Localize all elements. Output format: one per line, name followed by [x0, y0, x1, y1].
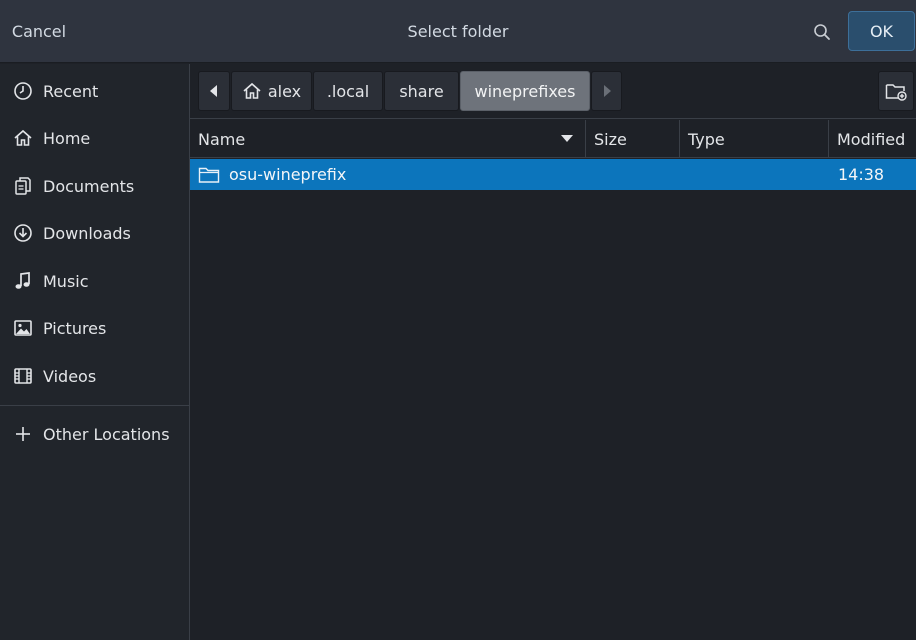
path-segment-wineprefixes[interactable]: wineprefixes [460, 71, 590, 111]
documents-icon [12, 175, 34, 197]
column-header-type[interactable]: Type [680, 120, 829, 158]
column-header-label: Name [198, 129, 246, 149]
path-bar: alex .local share wineprefixes [190, 64, 916, 119]
column-header-name[interactable]: Name [190, 120, 586, 158]
chevron-right-icon [603, 85, 611, 97]
sidebar-separator [0, 405, 189, 406]
file-name: osu-wineprefix [229, 165, 347, 184]
home-icon [243, 82, 261, 99]
search-icon [814, 24, 830, 40]
path-segment-label: wineprefixes [474, 81, 576, 101]
film-icon [12, 365, 34, 387]
file-modified: 14:38 [838, 165, 885, 184]
sidebar-item-label: Pictures [43, 318, 107, 338]
path-segment-local[interactable]: .local [313, 71, 383, 111]
column-header-modified[interactable]: Modified [829, 120, 916, 158]
sidebar-item-label: Videos [43, 366, 97, 386]
sidebar-item-recent[interactable]: Recent [0, 70, 189, 112]
dialog-title: Select folder [407, 22, 509, 41]
sidebar-item-label: Home [43, 128, 91, 148]
home-icon [12, 127, 34, 149]
clock-icon [12, 80, 34, 102]
music-note-icon [12, 270, 34, 292]
sidebar-item-other-locations[interactable]: Other Locations [0, 413, 189, 455]
folder-icon [198, 167, 220, 183]
path-segment-share[interactable]: share [384, 71, 459, 111]
plus-icon [12, 423, 34, 445]
file-chooser-dialog: Cancel Select folder OK Recent Home Docu… [0, 0, 916, 640]
sidebar-item-label: Downloads [43, 223, 131, 243]
sidebar-item-pictures[interactable]: Pictures [0, 307, 189, 349]
table-row[interactable]: osu-wineprefix 14:38 [190, 159, 916, 190]
path-segment-label: alex [267, 81, 302, 101]
sidebar-item-label: Music [43, 271, 89, 291]
path-back-button[interactable] [198, 71, 230, 111]
column-headers: Name Size Type Modified [190, 120, 916, 158]
sidebar-item-label: Other Locations [43, 424, 170, 444]
picture-icon [12, 317, 34, 339]
path-forward-button[interactable] [591, 71, 622, 111]
new-folder-button[interactable] [878, 71, 914, 111]
column-header-label: Size [594, 129, 627, 149]
sidebar-item-downloads[interactable]: Downloads [0, 212, 189, 254]
file-list: osu-wineprefix 14:38 [190, 159, 916, 640]
sort-descending-icon [561, 135, 573, 142]
ok-button[interactable]: OK [848, 11, 915, 51]
path-segment-label: .local [326, 81, 370, 101]
sidebar-item-label: Documents [43, 176, 135, 196]
download-icon [12, 222, 34, 244]
chevron-left-icon [210, 85, 217, 97]
sidebar-item-music[interactable]: Music [0, 260, 189, 302]
search-button[interactable] [806, 16, 838, 48]
sidebar-item-home[interactable]: Home [0, 117, 189, 159]
places-sidebar: Recent Home Documents Downloads Music Pi… [0, 64, 190, 640]
sidebar-item-documents[interactable]: Documents [0, 165, 189, 207]
sidebar-item-videos[interactable]: Videos [0, 355, 189, 397]
path-segment-label: share [399, 81, 444, 101]
column-header-size[interactable]: Size [586, 120, 680, 158]
column-header-label: Type [688, 129, 725, 149]
new-folder-icon [885, 84, 907, 101]
cancel-button[interactable]: Cancel [0, 0, 78, 63]
sidebar-item-label: Recent [43, 81, 99, 101]
column-header-label: Modified [837, 129, 906, 149]
header-bar: Cancel Select folder OK [0, 0, 916, 63]
path-segment-home[interactable]: alex [231, 71, 312, 111]
